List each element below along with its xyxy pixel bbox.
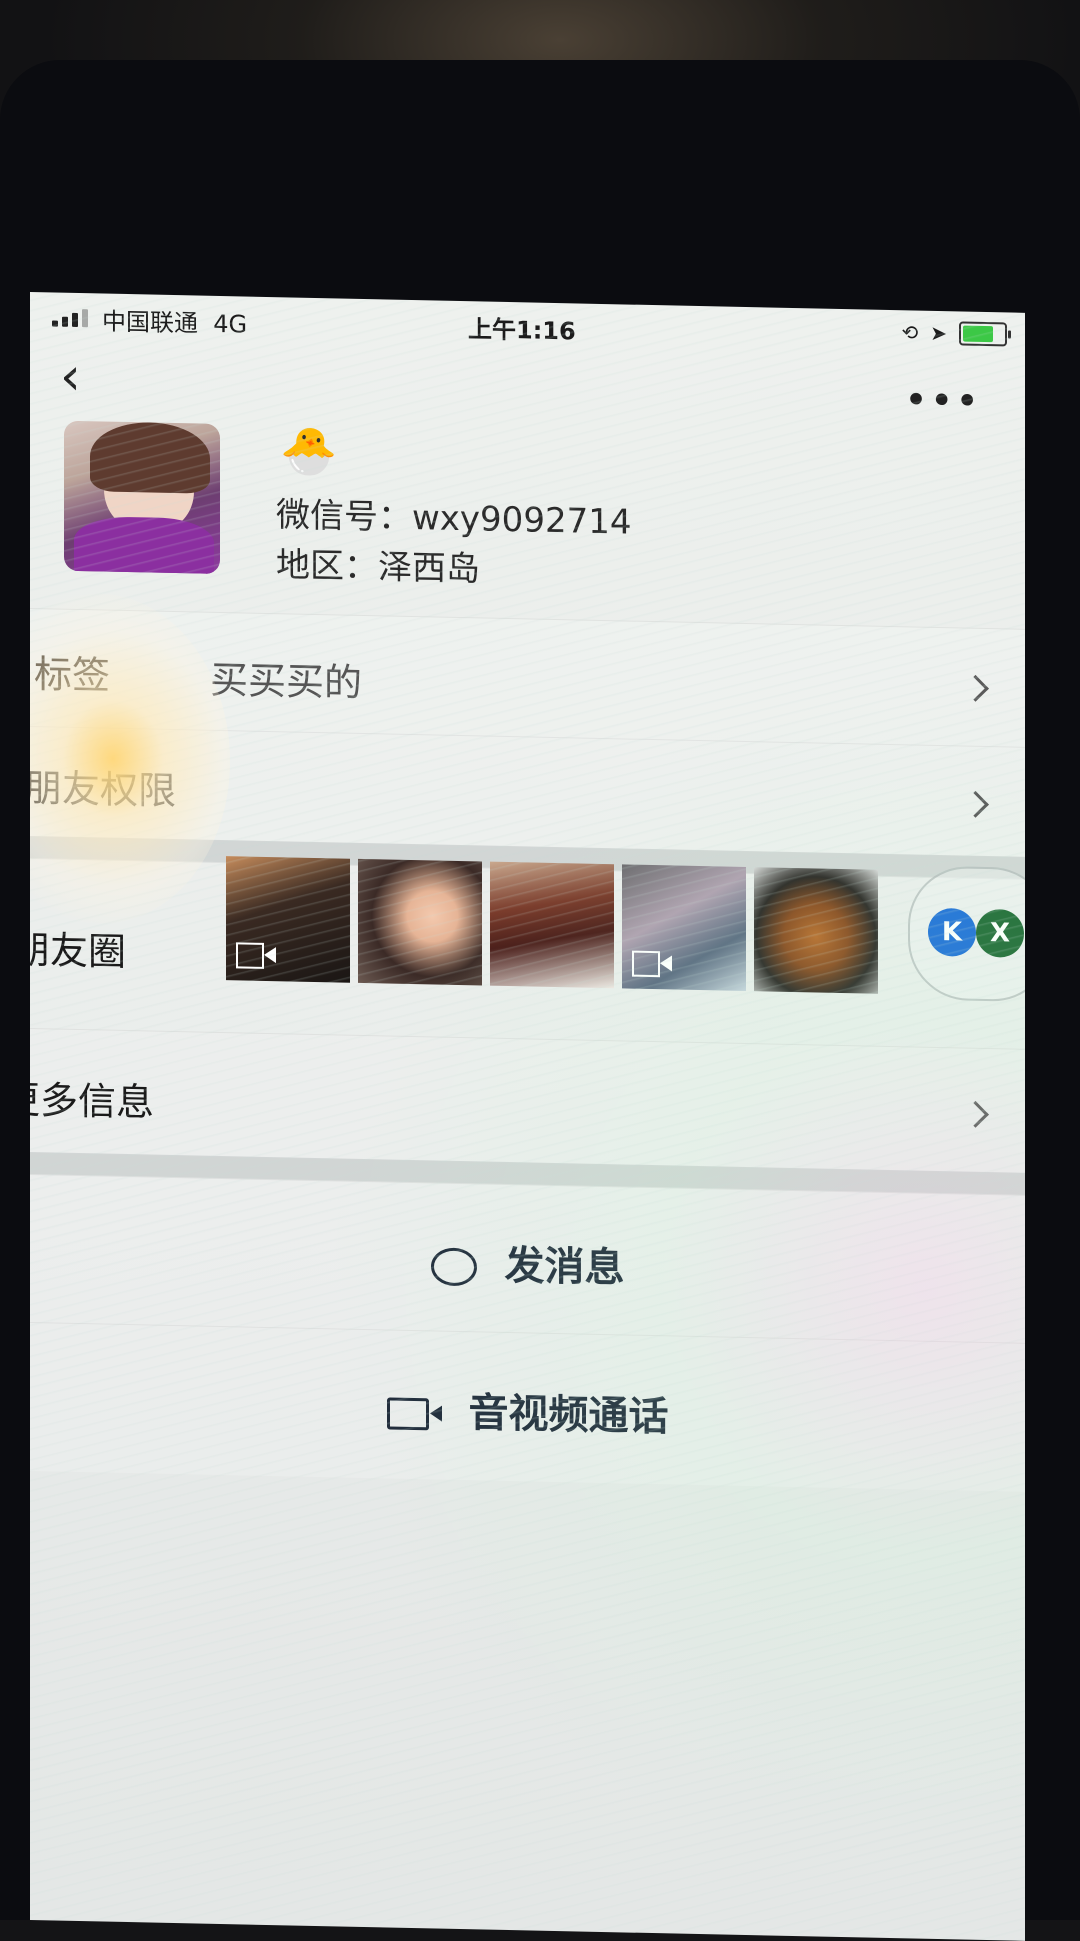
chevron-right-icon xyxy=(962,790,989,818)
moments-thumbnail[interactable] xyxy=(622,864,746,991)
phone-screen: 中国联通 4G 上午1:16 ⟲ ➤ ‹ ••• 🐣 微信号：wxy909271… xyxy=(30,292,1025,1941)
video-call-label: 音视频通话 xyxy=(468,1390,669,1441)
more-info-row[interactable]: 更多信息 xyxy=(30,1028,1025,1174)
tags-row[interactable]: 标签 买买买的 xyxy=(30,608,1025,748)
moments-label: 朋友圈 xyxy=(30,927,127,975)
wechat-id: 微信号：wxy9092714 xyxy=(276,495,632,543)
rotation-lock-icon: ⟲ xyxy=(901,320,919,345)
widget-k-icon[interactable]: K xyxy=(928,907,976,957)
more-options-button[interactable]: ••• xyxy=(904,377,981,425)
status-time: 上午1:16 xyxy=(468,315,576,346)
moments-thumbnail[interactable] xyxy=(490,861,614,989)
back-button[interactable]: ‹ xyxy=(60,347,81,407)
video-call-button[interactable]: 音视频通话 xyxy=(30,1371,1025,1450)
signal-icon xyxy=(52,306,88,328)
friend-permissions-label: 朋友权限 xyxy=(30,765,177,814)
floating-widget[interactable]: K X xyxy=(908,865,1025,1003)
region-text: 地区：泽西岛 xyxy=(276,545,480,590)
chevron-right-icon xyxy=(962,674,989,702)
moments-thumbnail[interactable] xyxy=(226,856,350,983)
tags-value: 买买买的 xyxy=(210,657,363,705)
friend-permissions-row[interactable]: 朋友权限 xyxy=(30,726,1025,858)
more-info-label: 更多信息 xyxy=(30,1077,155,1125)
moments-thumbnail[interactable] xyxy=(358,858,482,986)
battery-icon xyxy=(959,321,1007,347)
moments-thumbnails[interactable] xyxy=(226,856,878,994)
send-message-button[interactable]: 发消息 xyxy=(30,1223,1025,1302)
widget-x-icon[interactable]: X xyxy=(976,908,1024,958)
chevron-right-icon xyxy=(962,1100,989,1128)
status-icons: ⟲ ➤ xyxy=(901,320,1007,347)
video-icon xyxy=(236,942,264,969)
send-message-row[interactable]: 发消息 xyxy=(30,1174,1025,1344)
chat-bubble-icon xyxy=(430,1247,477,1287)
location-icon: ➤ xyxy=(930,320,947,346)
send-message-label: 发消息 xyxy=(504,1242,625,1292)
video-icon xyxy=(632,950,660,978)
tags-label: 标签 xyxy=(34,652,111,698)
call-row[interactable]: 音视频通话 xyxy=(30,1322,1025,1492)
moments-thumbnail[interactable] xyxy=(754,867,878,994)
profile-emoji: 🐣 xyxy=(280,423,338,479)
video-camera-icon xyxy=(386,1397,429,1431)
avatar[interactable] xyxy=(64,420,220,574)
carrier-label: 中国联通 4G xyxy=(102,307,248,339)
